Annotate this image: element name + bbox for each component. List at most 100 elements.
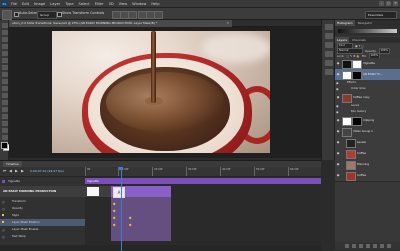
- add-style-icon[interactable]: [351, 244, 356, 248]
- stopwatch-icon[interactable]: ◷: [2, 200, 5, 204]
- visibility-eye-icon[interactable]: ◉: [336, 140, 340, 144]
- layer-row[interactable]: ◉ Coffee: [335, 170, 400, 182]
- workspace-dropdown[interactable]: Essentials: [365, 10, 397, 19]
- timeline-track-label-main[interactable]: AN EARLY MORNING PRODUCTION: [0, 186, 85, 197]
- menu-layer[interactable]: Layer: [50, 2, 60, 6]
- stopwatch-icon[interactable]: ◷: [2, 235, 5, 239]
- menu-3d[interactable]: 3D: [109, 2, 114, 6]
- go-to-first-frame-icon[interactable]: ⏮: [2, 169, 7, 174]
- keyframe-nav-icon[interactable]: [2, 221, 4, 223]
- visibility-eye-icon[interactable]: ◉: [336, 110, 339, 114]
- menu-help[interactable]: Help: [151, 2, 159, 6]
- visibility-eye-icon[interactable]: ◉: [336, 81, 339, 85]
- visibility-eye-icon[interactable]: ◉: [336, 173, 340, 177]
- menu-filter[interactable]: Filter: [95, 2, 104, 6]
- track-icon: [2, 179, 5, 183]
- new-adjustment-icon[interactable]: [365, 244, 370, 248]
- fill-label: Fill:: [361, 53, 367, 58]
- quick-select-tool-icon[interactable]: [1, 44, 8, 49]
- blur-tool-icon[interactable]: [1, 107, 8, 112]
- lock-icons[interactable]: ▢ ✎ ✥ 🔒: [346, 54, 359, 58]
- next-frame-icon[interactable]: ▶: [20, 169, 25, 174]
- menu-image[interactable]: Image: [34, 2, 45, 6]
- timecode: 0;00;07;10 (29.97 fps): [30, 169, 64, 173]
- menu-type[interactable]: Type: [65, 2, 73, 6]
- intro-clip[interactable]: [85, 186, 111, 197]
- eraser-tool-icon[interactable]: [1, 93, 8, 98]
- auto-select-dropdown[interactable]: Group: [37, 10, 57, 19]
- minimize-button[interactable]: –: [379, 1, 384, 6]
- visibility-eye-icon[interactable]: ◉: [336, 162, 340, 166]
- timeline-property-row[interactable]: ◷ Text Warp: [0, 233, 85, 240]
- timeline-property-row-highlight[interactable]: Layer Mask Position: [0, 219, 85, 226]
- healing-tool-icon[interactable]: [1, 65, 8, 70]
- maximize-button[interactable]: □: [386, 1, 391, 6]
- align-right-button[interactable]: [154, 10, 163, 19]
- history-brush-tool-icon[interactable]: [1, 86, 8, 91]
- menu-select[interactable]: Select: [79, 2, 90, 6]
- keyframe-nav-icon[interactable]: [2, 214, 4, 216]
- close-tab-icon[interactable]: ✕: [226, 20, 229, 27]
- visibility-eye-icon[interactable]: ◉: [336, 95, 340, 99]
- crop-tool-icon[interactable]: [1, 51, 8, 56]
- visibility-eye-icon[interactable]: ◉: [336, 87, 339, 91]
- visibility-eye-icon[interactable]: ◉: [336, 129, 340, 133]
- move-tool-icon[interactable]: [2, 10, 12, 20]
- timeline-track-label[interactable]: Vignette: [0, 178, 85, 185]
- properties-panel-icon[interactable]: [325, 33, 333, 39]
- document-canvas[interactable]: [52, 31, 270, 153]
- marquee-tool-icon[interactable]: [1, 30, 8, 35]
- show-transform-label: Show Transform Controls: [62, 11, 105, 15]
- visibility-eye-icon[interactable]: ◉: [336, 151, 340, 155]
- move-tool-icon[interactable]: [1, 23, 8, 28]
- playhead[interactable]: [119, 167, 123, 251]
- styles-panel-icon[interactable]: [325, 51, 333, 57]
- track-name: Vignette: [8, 179, 20, 183]
- link-layers-icon[interactable]: [344, 244, 349, 248]
- timeline-property-row[interactable]: Style: [0, 212, 85, 219]
- dodge-tool-icon[interactable]: [1, 114, 8, 119]
- lasso-tool-icon[interactable]: [1, 37, 8, 42]
- character-panel-icon[interactable]: [325, 60, 333, 66]
- pen-tool-icon[interactable]: [1, 121, 8, 126]
- new-group-icon[interactable]: [372, 244, 377, 248]
- title-clip[interactable]: A: [111, 186, 171, 241]
- foreground-color-swatch[interactable]: [1, 142, 8, 149]
- opacity-field[interactable]: 100%: [378, 47, 390, 54]
- type-tool-icon[interactable]: [1, 128, 8, 133]
- hand-tool-icon[interactable]: [1, 135, 8, 140]
- document-tab[interactable]: ution_2.4 Slide Transitions: Save.psd @ …: [9, 20, 232, 27]
- close-window-button[interactable]: ✕: [393, 1, 398, 6]
- menu-file[interactable]: File: [11, 2, 17, 6]
- visibility-eye-icon[interactable]: ◉: [336, 118, 340, 122]
- timeline-property-row[interactable]: ◷ Transform: [0, 198, 85, 205]
- align-bottom-button[interactable]: [128, 10, 137, 19]
- visibility-eye-icon[interactable]: ◉: [336, 104, 339, 108]
- timeline-property-row[interactable]: ◷ Layer Mask Enable: [0, 226, 85, 233]
- menu-edit[interactable]: Edit: [22, 2, 29, 6]
- stopwatch-icon[interactable]: ◷: [2, 207, 5, 211]
- menu-view[interactable]: View: [119, 2, 128, 6]
- playhead-handle[interactable]: [119, 167, 123, 170]
- stopwatch-icon[interactable]: ◷: [2, 228, 5, 232]
- visibility-eye-icon[interactable]: ◉: [336, 72, 340, 76]
- play-icon[interactable]: ▶: [14, 169, 19, 174]
- eyedropper-tool-icon[interactable]: [1, 58, 8, 63]
- property-name: Opacity: [12, 206, 23, 210]
- brush-tool-icon[interactable]: [1, 72, 8, 77]
- clip-thumbnail: [87, 187, 99, 196]
- ruler-label: 60:00f: [290, 167, 299, 171]
- gradient-tool-icon[interactable]: [1, 100, 8, 105]
- add-mask-icon[interactable]: [358, 244, 363, 248]
- clone-stamp-tool-icon[interactable]: [1, 79, 8, 84]
- timeline-property-row[interactable]: ◷ Opacity: [0, 205, 85, 212]
- new-layer-icon[interactable]: [379, 244, 384, 248]
- layer-name: Planning: [357, 162, 370, 166]
- visibility-eye-icon[interactable]: ◉: [336, 61, 340, 65]
- menu-window[interactable]: Window: [132, 2, 146, 6]
- paragraph-panel-icon[interactable]: [325, 69, 333, 75]
- trash-icon[interactable]: [386, 244, 391, 248]
- previous-frame-icon[interactable]: ◀: [8, 169, 13, 174]
- adjustments-panel-icon[interactable]: [325, 42, 333, 48]
- history-panel-icon[interactable]: [325, 24, 333, 30]
